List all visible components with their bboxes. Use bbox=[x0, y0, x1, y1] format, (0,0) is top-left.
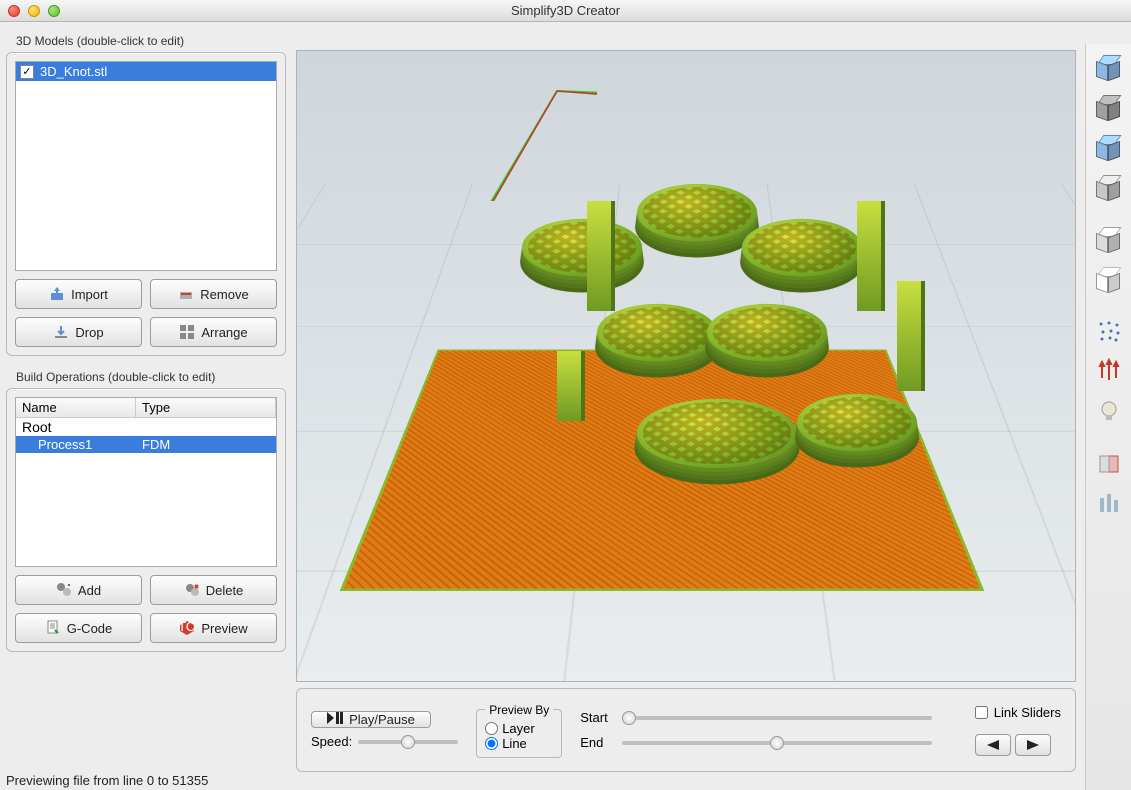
arrange-button[interactable]: Arrange bbox=[150, 317, 277, 347]
drop-icon bbox=[53, 324, 69, 340]
link-sliders-label[interactable]: Link Sliders bbox=[994, 705, 1061, 720]
models-panel-label: 3D Models (double-click to edit) bbox=[16, 34, 286, 48]
col-name[interactable]: Name bbox=[16, 398, 136, 417]
view-front-icon bbox=[1096, 95, 1122, 121]
build-panel-label: Build Operations (double-click to edit) bbox=[16, 370, 286, 384]
gcode-button[interactable]: G-Code bbox=[15, 613, 142, 643]
model-name: 3D_Knot.stl bbox=[40, 64, 107, 79]
models-panel: ✓ 3D_Knot.stl Import Remove bbox=[6, 52, 286, 356]
view-top-button[interactable] bbox=[1091, 50, 1127, 86]
import-icon bbox=[49, 286, 65, 302]
supports-view-button[interactable] bbox=[1091, 486, 1127, 522]
view-iso-button[interactable] bbox=[1091, 170, 1127, 206]
view-wireframe-icon bbox=[1096, 267, 1122, 293]
link-sliders-checkbox[interactable] bbox=[975, 706, 988, 719]
layer-radio[interactable] bbox=[485, 722, 498, 735]
view-top-icon bbox=[1096, 55, 1122, 81]
cross-section-icon bbox=[1096, 450, 1122, 479]
right-toolbar bbox=[1085, 44, 1131, 790]
status-bar: Previewing file from line 0 to 51355 bbox=[6, 773, 208, 788]
start-slider[interactable] bbox=[622, 716, 932, 720]
play-pause-icon bbox=[327, 712, 343, 727]
build-table[interactable]: Name Type Root Process1 FDM bbox=[15, 397, 277, 567]
models-list[interactable]: ✓ 3D_Knot.stl bbox=[15, 61, 277, 271]
support-preview bbox=[897, 281, 925, 391]
preview-button[interactable]: STOP Preview bbox=[150, 613, 277, 643]
drop-button[interactable]: Drop bbox=[15, 317, 142, 347]
triangle-left-icon bbox=[987, 740, 999, 750]
table-row[interactable]: Root bbox=[16, 418, 276, 436]
view-side-button[interactable] bbox=[1091, 130, 1127, 166]
zoom-icon[interactable] bbox=[48, 5, 60, 17]
preview-by-group: Preview By Layer Line bbox=[476, 703, 562, 758]
line-radio[interactable] bbox=[485, 737, 498, 750]
support-preview bbox=[857, 201, 885, 311]
triangle-right-icon bbox=[1027, 740, 1039, 750]
col-type[interactable]: Type bbox=[136, 398, 276, 417]
lighting-toggle-icon bbox=[1096, 398, 1122, 427]
window-title: Simplify3D Creator bbox=[0, 3, 1131, 18]
view-points-icon bbox=[1096, 318, 1122, 347]
step-back-button[interactable] bbox=[975, 734, 1011, 756]
view-points-button[interactable] bbox=[1091, 314, 1127, 350]
speed-label: Speed: bbox=[311, 734, 352, 749]
layer-radio-label[interactable]: Layer bbox=[502, 721, 535, 736]
view-side-icon bbox=[1096, 135, 1122, 161]
preview-icon: STOP bbox=[179, 620, 195, 636]
view-solid-icon bbox=[1096, 227, 1122, 253]
model-checkbox[interactable]: ✓ bbox=[20, 65, 34, 79]
end-slider[interactable] bbox=[622, 741, 932, 745]
play-pause-button[interactable]: Play/Pause bbox=[311, 711, 431, 728]
step-forward-button[interactable] bbox=[1015, 734, 1051, 756]
minimize-icon[interactable] bbox=[28, 5, 40, 17]
build-table-header: Name Type bbox=[16, 398, 276, 418]
speed-slider[interactable] bbox=[358, 740, 458, 744]
supports-view-icon bbox=[1096, 490, 1122, 519]
add-button[interactable]: Add bbox=[15, 575, 142, 605]
import-button[interactable]: Import bbox=[15, 279, 142, 309]
table-row[interactable]: Process1 FDM bbox=[16, 436, 276, 453]
view-normals-icon bbox=[1096, 358, 1122, 387]
support-preview bbox=[587, 201, 615, 311]
travel-moves bbox=[297, 51, 597, 201]
arrange-icon bbox=[179, 324, 195, 340]
preview-controls: Play/Pause Speed: Preview By Layer Line … bbox=[296, 688, 1076, 772]
titlebar: Simplify3D Creator bbox=[0, 0, 1131, 22]
end-label: End bbox=[580, 735, 614, 750]
svg-text:STOP: STOP bbox=[179, 620, 195, 634]
build-panel: Name Type Root Process1 FDM Add bbox=[6, 388, 286, 652]
view-normals-button[interactable] bbox=[1091, 354, 1127, 390]
support-preview bbox=[557, 351, 585, 421]
gcode-icon bbox=[45, 620, 61, 636]
build-volume-outline bbox=[297, 51, 597, 201]
view-wireframe-button[interactable] bbox=[1091, 262, 1127, 298]
view-front-button[interactable] bbox=[1091, 90, 1127, 126]
left-column: 3D Models (double-click to edit) ✓ 3D_Kn… bbox=[6, 28, 286, 652]
close-icon[interactable] bbox=[8, 5, 20, 17]
view-iso-icon bbox=[1096, 175, 1122, 201]
view-solid-button[interactable] bbox=[1091, 222, 1127, 258]
traffic-lights bbox=[0, 5, 60, 17]
lighting-toggle-button[interactable] bbox=[1091, 394, 1127, 430]
3d-viewport[interactable] bbox=[296, 50, 1076, 682]
cross-section-button[interactable] bbox=[1091, 446, 1127, 482]
delete-icon bbox=[184, 582, 200, 598]
add-icon bbox=[56, 582, 72, 598]
model-item[interactable]: ✓ 3D_Knot.stl bbox=[16, 62, 276, 81]
raft-preview bbox=[340, 350, 984, 591]
remove-icon bbox=[178, 286, 194, 302]
line-radio-label[interactable]: Line bbox=[502, 736, 527, 751]
delete-button[interactable]: Delete bbox=[150, 575, 277, 605]
remove-button[interactable]: Remove bbox=[150, 279, 277, 309]
start-label: Start bbox=[580, 710, 614, 725]
